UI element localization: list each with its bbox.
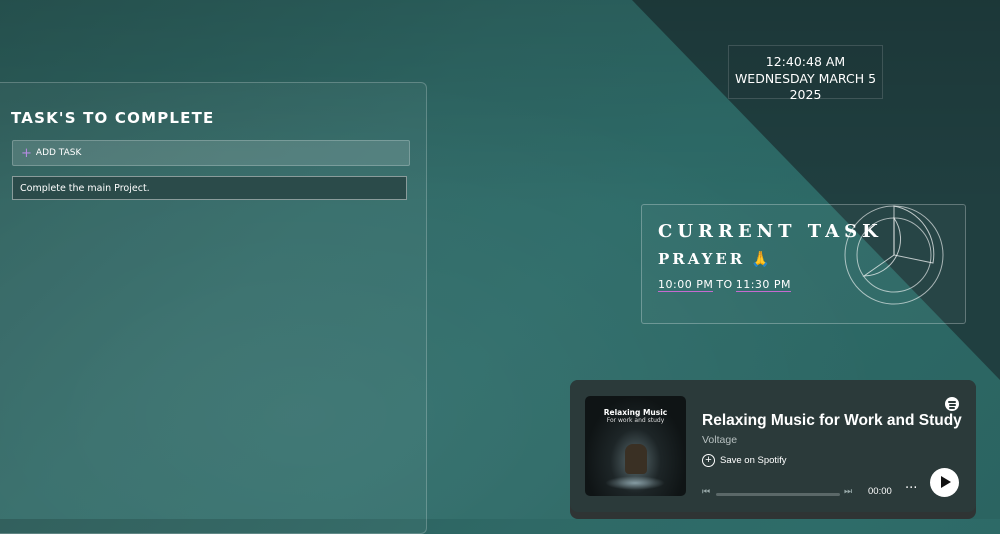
playback-time: 00:00 (868, 486, 892, 497)
time-separator: TO (716, 278, 733, 291)
progress-bar[interactable] (716, 493, 840, 496)
clock-widget: 12:40:48 AM WEDNESDAY MARCH 5 2025 (728, 45, 883, 102)
save-label: Save on Spotify (720, 455, 787, 466)
clock-date: WEDNESDAY MARCH 5 (734, 70, 877, 86)
add-task-button[interactable]: + ADD TASK (12, 140, 410, 166)
add-circle-icon: + (702, 454, 715, 467)
more-options-icon[interactable]: ··· (905, 481, 917, 496)
spotify-card: Relaxing Music For work and study Relaxi… (570, 380, 976, 512)
album-cover-subtitle: For work and study (606, 417, 665, 424)
task-panel-title: TASK'S TO COMPLETE (11, 109, 215, 127)
task-item[interactable]: Complete the main Project. (12, 176, 407, 200)
next-icon[interactable]: ⏭ (844, 487, 852, 497)
play-button[interactable] (930, 468, 959, 497)
add-task-label: ADD TASK (35, 148, 82, 158)
end-time: 11:30 PM (735, 278, 792, 292)
prayer-emoji-icon: 🙏 (751, 250, 770, 268)
plus-icon: + (21, 145, 32, 161)
album-figure (625, 444, 647, 474)
previous-icon[interactable]: ⏮ (702, 487, 710, 497)
save-on-spotify-button[interactable]: + Save on Spotify (702, 454, 787, 467)
spotify-logo-icon[interactable] (945, 397, 959, 411)
album-light (605, 476, 665, 490)
album-cover[interactable]: Relaxing Music For work and study (585, 396, 686, 496)
spotify-player: Relaxing Music For work and study Relaxi… (570, 380, 976, 519)
playback-controls: ⏮ ⏭ 00:00 ··· (702, 481, 967, 504)
start-time: 10:00 PM (658, 278, 714, 292)
track-title[interactable]: Relaxing Music for Work and Study (702, 412, 962, 430)
current-task-times: 10:00 PM TO 11:30 PM (658, 278, 792, 292)
clock-year: 2025 (789, 87, 822, 102)
progress-ring-icon (844, 205, 944, 305)
current-task-name-text: PRAYER (658, 250, 746, 268)
album-cover-title: Relaxing Music (603, 408, 668, 417)
task-panel: TASK'S TO COMPLETE + ADD TASK Complete t… (0, 82, 427, 534)
clock-time: 12:40:48 AM (765, 54, 846, 69)
current-task-name: PRAYER 🙏 (658, 250, 770, 268)
track-artist[interactable]: Voltage (702, 434, 737, 446)
current-task-card: CURRENT TASK PRAYER 🙏 10:00 PM TO 11:30 PM (641, 204, 966, 324)
